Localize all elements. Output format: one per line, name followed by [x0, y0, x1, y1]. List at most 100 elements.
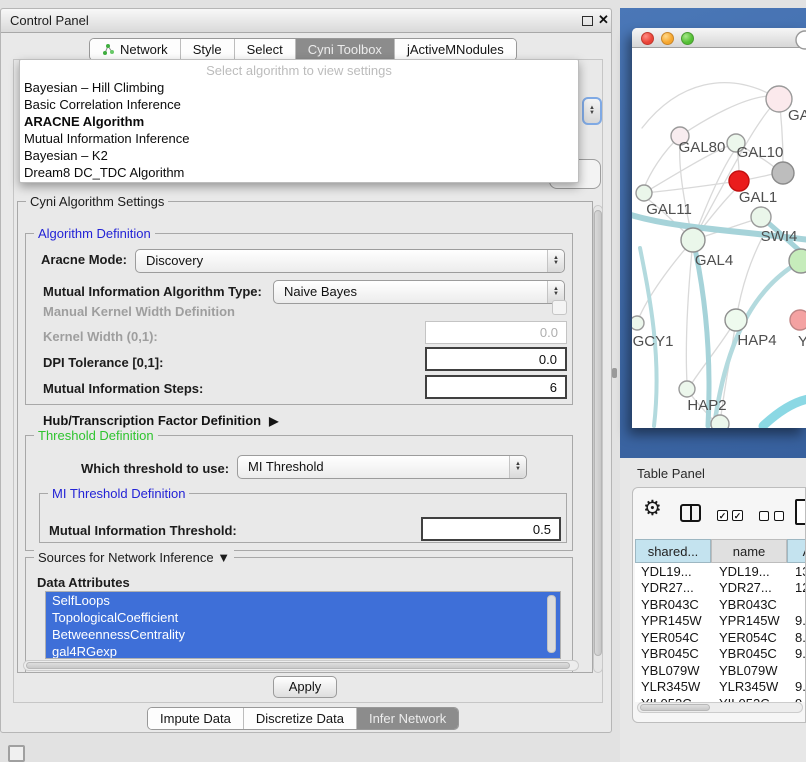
table-row[interactable]: YLR345WYLR345W9.: [635, 679, 806, 696]
aracne-mode-select[interactable]: Discovery ▲▼: [135, 249, 565, 273]
apply-button[interactable]: Apply: [273, 676, 337, 698]
bottom-tabbar: Impute Data Discretize Data Infer Networ…: [147, 707, 459, 730]
network-node-pink-right[interactable]: [790, 310, 806, 330]
checkbox-checked-icon[interactable]: ✓: [732, 510, 743, 521]
panel-divider-handle[interactable]: [612, 368, 617, 378]
dropdown-item[interactable]: Dream8 DC_TDC Algorithm: [20, 164, 578, 181]
tab-style[interactable]: Style: [180, 39, 234, 60]
tab-label: Network: [120, 42, 168, 57]
tab-impute-data[interactable]: Impute Data: [148, 708, 243, 729]
dropdown-item-selected[interactable]: ARACNE Algorithm: [20, 113, 578, 130]
dpi-tolerance-label: DPI Tolerance [0,1]:: [43, 355, 163, 371]
table-horizontal-scrollbar-thumb[interactable]: [640, 704, 710, 711]
mi-threshold-field[interactable]: 0.5: [421, 517, 561, 541]
dropdown-item[interactable]: Bayesian – Hill Climbing: [20, 79, 578, 96]
collapse-arrow-icon[interactable]: ▼: [217, 550, 230, 565]
float-icon[interactable]: [582, 16, 593, 26]
network-node-label: GAL80: [679, 139, 726, 156]
network-node-gal1[interactable]: [751, 207, 771, 227]
node-table-card: ⚙ ✓ ✓ shared... name A YDL19...YDL19...1…: [632, 487, 806, 723]
network-node-gray-node[interactable]: [772, 162, 794, 184]
network-node-gal11[interactable]: [636, 185, 652, 201]
network-desktop-area: GAL80GAL10GAL1GAL11SWI4GAL4GCY1HAP4HAP2G…: [620, 8, 806, 458]
network-node-gcy1[interactable]: [632, 316, 644, 330]
hub-definition-expander[interactable]: Hub/Transcription Factor Definition▶: [43, 413, 278, 428]
tab-discretize-data[interactable]: Discretize Data: [243, 708, 356, 729]
settings-scrollbar-thumb[interactable]: [594, 210, 602, 656]
dropdown-item[interactable]: Bayesian – K2: [20, 147, 578, 164]
column-header[interactable]: A: [787, 539, 806, 563]
group-title: Threshold Definition: [34, 428, 158, 443]
network-node-label: GCY1: [633, 333, 674, 350]
table-row[interactable]: YER054CYER054C8.: [635, 629, 806, 646]
table-row[interactable]: YBR043CYBR043C: [635, 596, 806, 613]
list-item[interactable]: BetweennessCentrality: [46, 626, 560, 643]
mi-algorithm-type-select[interactable]: Naive Bayes ▲▼: [273, 280, 565, 304]
network-node-hap2[interactable]: [679, 381, 695, 397]
list-item[interactable]: SelfLoops: [46, 592, 560, 609]
network-edge[interactable]: [686, 240, 693, 383]
network-node-label: GAL: [788, 107, 806, 124]
network-graph[interactable]: GAL80GAL10GAL1GAL11SWI4GAL4GCY1HAP4HAP2G…: [632, 28, 806, 428]
network-edge[interactable]: [644, 182, 732, 193]
network-edge[interactable]: [763, 399, 806, 426]
column-header[interactable]: shared...: [635, 539, 711, 563]
which-threshold-select[interactable]: MI Threshold ▲▼: [237, 455, 527, 479]
settings-scrollbar[interactable]: [593, 205, 603, 673]
manual-kernel-width-checkbox[interactable]: [552, 300, 567, 315]
tab-infer-network[interactable]: Infer Network: [356, 708, 458, 729]
window-minimize-button[interactable]: [661, 32, 674, 45]
list-scrollbar-thumb[interactable]: [547, 595, 556, 653]
checkbox-unchecked-icon[interactable]: [759, 511, 769, 521]
table-row[interactable]: YBR045CYBR045C9.: [635, 646, 806, 663]
inference-algorithm-combo-button[interactable]: ▲▼: [582, 97, 602, 125]
network-node-label: GAL4: [695, 252, 733, 269]
dropdown-item[interactable]: Basic Correlation Inference: [20, 96, 578, 113]
window-zoom-button[interactable]: [681, 32, 694, 45]
tab-select[interactable]: Select: [234, 39, 295, 60]
horizontal-scrollbar-thumb[interactable]: [26, 662, 570, 669]
table-row[interactable]: YDR27...YDR27...12: [635, 580, 806, 597]
network-node-bottom-green[interactable]: [711, 415, 729, 428]
group-title: Algorithm Definition: [34, 226, 155, 241]
table-row[interactable]: YBL079WYBL079W: [635, 662, 806, 679]
columns-icon[interactable]: [680, 504, 701, 522]
horizontal-scrollbar[interactable]: [23, 660, 579, 671]
list-item[interactable]: TopologicalCoefficient: [46, 609, 560, 626]
collapsed-panel-icon[interactable]: [8, 745, 25, 762]
control-panel-tabbar: Network Style Select Cyni Toolbox jActiv…: [89, 38, 517, 61]
tab-cyni-toolbox[interactable]: Cyni Toolbox: [295, 39, 394, 60]
tab-network[interactable]: Network: [90, 39, 180, 60]
network-node-red-node[interactable]: [729, 171, 749, 191]
network-node-hap4[interactable]: [725, 309, 747, 331]
data-attributes-list: SelfLoops TopologicalCoefficient Between…: [45, 591, 561, 659]
gear-icon[interactable]: ⚙: [643, 496, 662, 521]
mi-steps-field[interactable]: 6: [425, 375, 567, 399]
combo-arrows-icon: ▲▼: [547, 250, 564, 272]
document-icon[interactable]: [795, 499, 806, 525]
close-icon[interactable]: ✕: [598, 12, 609, 28]
checkbox-checked-icon[interactable]: ✓: [717, 510, 728, 521]
network-node-top-partial[interactable]: [796, 31, 806, 49]
network-node-swi4[interactable]: [789, 249, 806, 273]
table-row[interactable]: YDL19...YDL19...13: [635, 563, 806, 580]
checkbox-unchecked-icon[interactable]: [774, 511, 784, 521]
group-title: MI Threshold Definition: [48, 486, 189, 501]
network-edge[interactable]: [736, 238, 762, 320]
aracne-mode-label: Aracne Mode:: [41, 252, 127, 268]
network-view-window[interactable]: GAL80GAL10GAL1GAL11SWI4GAL4GCY1HAP4HAP2G…: [632, 28, 806, 428]
list-item[interactable]: gal4RGexp: [46, 643, 560, 659]
expand-arrow-icon: ▶: [269, 414, 278, 428]
dpi-tolerance-field[interactable]: 0.0: [425, 347, 567, 371]
table-row[interactable]: YIL052CYIL052C9: [635, 695, 806, 702]
window-close-button[interactable]: [641, 32, 654, 45]
table-row[interactable]: YPR145WYPR145W9.: [635, 613, 806, 630]
network-node-gal4[interactable]: [681, 228, 705, 252]
network-node-label: HAP4: [737, 332, 776, 349]
network-edge[interactable]: [642, 83, 779, 128]
kernel-width-field[interactable]: 0.0: [425, 321, 567, 344]
column-header[interactable]: name: [711, 539, 787, 563]
dropdown-item[interactable]: Mutual Information Inference: [20, 130, 578, 147]
tab-jactivemnodules[interactable]: jActiveMNodules: [394, 39, 516, 60]
table-horizontal-scrollbar[interactable]: [637, 702, 803, 713]
